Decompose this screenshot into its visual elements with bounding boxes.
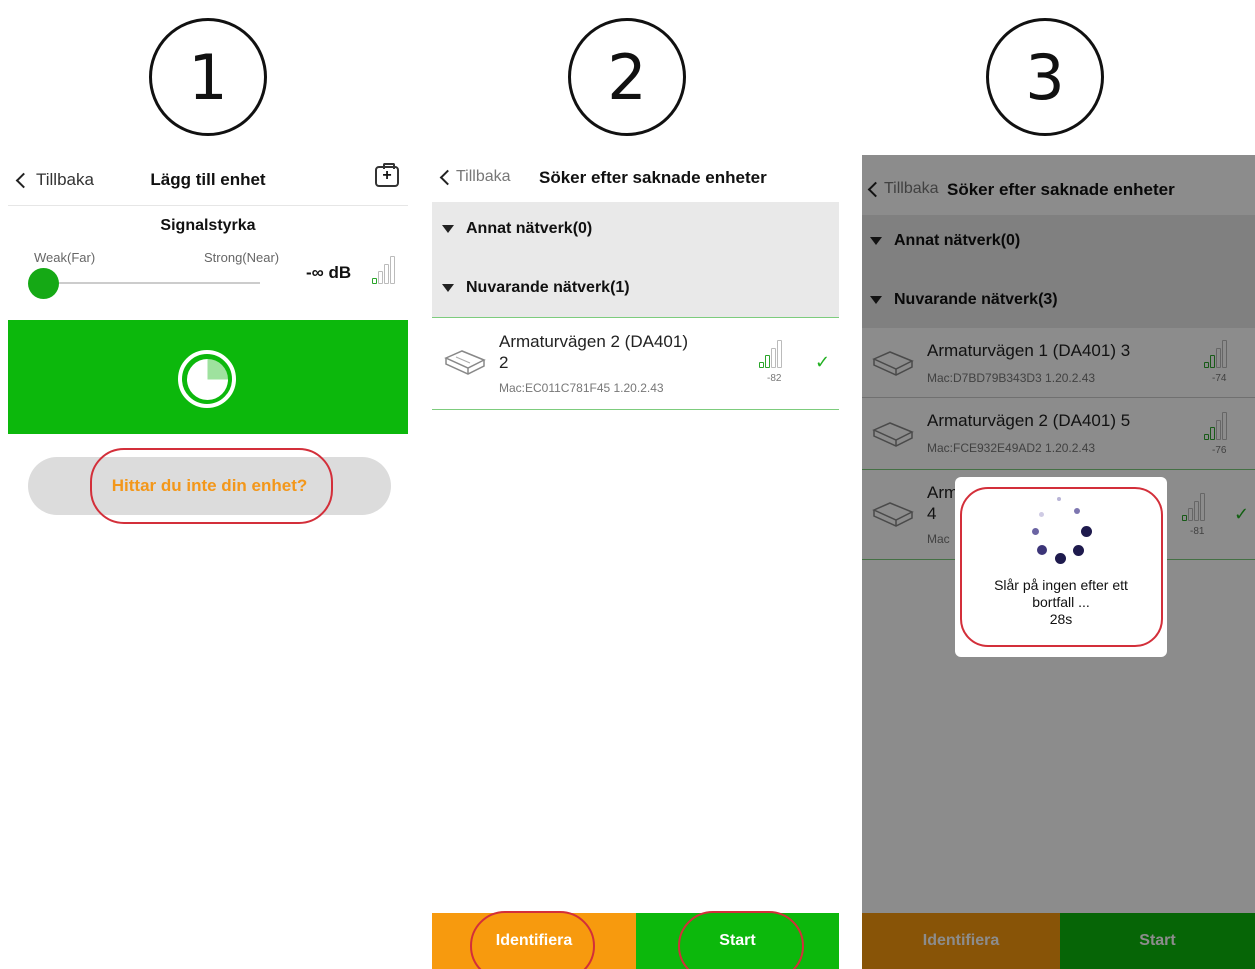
spinner-dot xyxy=(1055,553,1066,564)
back-label: Tillbaka xyxy=(456,168,511,185)
signal-slider-knob[interactable] xyxy=(28,268,59,299)
section-current-network[interactable]: Nuvarande nätverk(1) xyxy=(442,279,630,297)
section-other-network[interactable]: Annat nätverk(0) xyxy=(442,220,592,238)
step-2-circle: 2 xyxy=(568,18,686,136)
screen-search-missing: Tillbaka Söker efter saknade enheter Ann… xyxy=(432,152,839,969)
spinner-dot xyxy=(1037,545,1047,555)
signal-strength-title: Signalstyrka xyxy=(160,217,256,234)
selected-check-icon: ✓ xyxy=(815,352,831,372)
step-3-circle: 3 xyxy=(986,18,1104,136)
caret-down-icon xyxy=(442,225,454,233)
back-button[interactable]: Tillbaka xyxy=(439,168,511,186)
spinner-dot xyxy=(1073,545,1084,556)
page-title: Lägg till enhet xyxy=(150,170,266,189)
progress-dialog: Slår på ingen efter ett bortfall ... 28s xyxy=(955,477,1167,657)
screen-power-restore: Tillbaka Söker efter saknade enheter Ann… xyxy=(862,155,1255,969)
device-row[interactable]: Armaturvägen 2 (DA401) 2 Mac:EC011C781F4… xyxy=(432,317,839,410)
db-readout: -∞ dB xyxy=(306,263,352,282)
page-title: Söker efter saknade enheter xyxy=(539,168,767,187)
weak-label: Weak(Far) xyxy=(34,250,96,265)
cant-find-device-button[interactable]: Hittar du inte din enhet? xyxy=(28,457,391,515)
spinner-dot xyxy=(1039,512,1044,517)
spinner-dot xyxy=(1057,497,1061,501)
device-icon xyxy=(444,350,486,375)
dialog-message: Slår på ingen efter ett bortfall ... 28s xyxy=(955,577,1167,628)
signal-bars-icon xyxy=(759,340,782,368)
header: Tillbaka Lägg till enhet + xyxy=(8,152,408,206)
device-name: Armaturvägen 2 (DA401) xyxy=(499,332,688,351)
identify-button[interactable]: Identifiera xyxy=(432,913,636,969)
start-button[interactable]: Start xyxy=(636,913,839,969)
spinner-dot xyxy=(1081,526,1092,537)
spinner-dot xyxy=(1074,508,1080,514)
screen-add-device: Tillbaka Lägg till enhet + Signalstyrka … xyxy=(8,152,408,969)
header: Tillbaka Söker efter saknade enheter xyxy=(432,152,839,202)
device-name-line2: 2 xyxy=(499,353,509,372)
radar-scan-icon xyxy=(178,350,236,408)
step-1-circle: 1 xyxy=(149,18,267,136)
spinner-dot xyxy=(1032,528,1039,535)
device-rssi: -82 xyxy=(767,373,782,384)
signal-bars-icon xyxy=(372,256,395,284)
signal-slider-track[interactable] xyxy=(38,282,260,284)
chevron-left-icon xyxy=(439,169,456,185)
add-device-icon[interactable]: + xyxy=(375,163,399,187)
countdown: 28s xyxy=(1049,611,1073,627)
caret-down-icon xyxy=(442,284,454,292)
device-mac: Mac:EC011C781F45 1.20.2.43 xyxy=(499,381,664,395)
strong-label: Strong(Near) xyxy=(204,250,280,265)
